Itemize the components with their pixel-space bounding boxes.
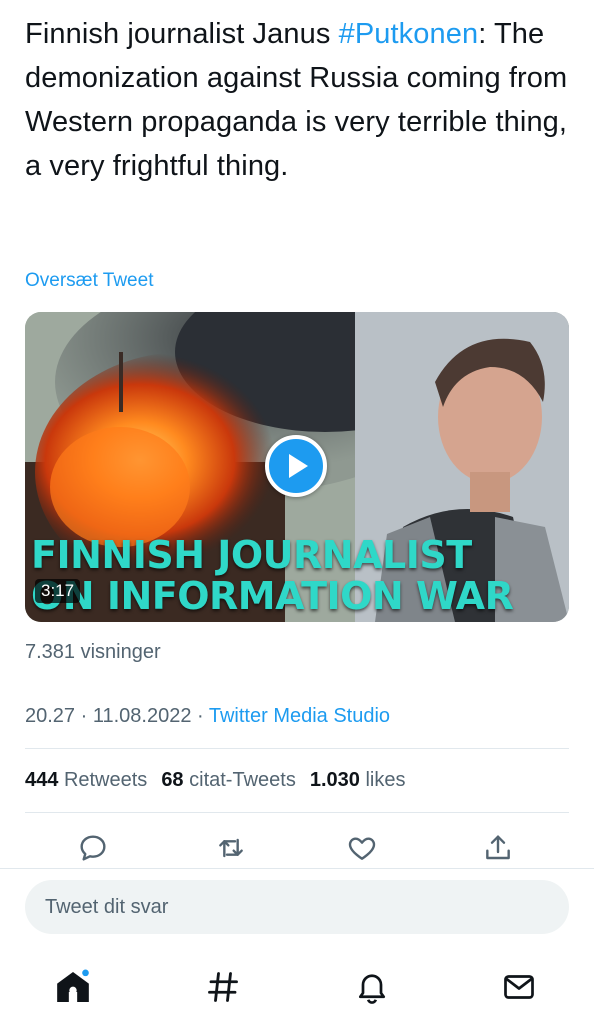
heart-icon xyxy=(348,837,376,860)
nav-explore[interactable] xyxy=(200,964,246,1010)
tweet-timestamp: 20.27 · 11.08.2022 · xyxy=(25,705,209,727)
tweet-text: Finnish journalist Janus #Putkonen: The … xyxy=(25,12,575,188)
retweets-stat[interactable]: 444 Retweets xyxy=(25,769,147,792)
nav-notifications[interactable] xyxy=(349,964,395,1010)
share-button[interactable] xyxy=(476,826,520,870)
retweet-button[interactable] xyxy=(209,826,253,870)
tweet-meta: 20.27 · 11.08.2022 · Twitter Media Studi… xyxy=(25,705,390,728)
translate-tweet-link[interactable]: Oversæt Tweet xyxy=(25,270,153,292)
play-button[interactable] xyxy=(265,435,327,497)
video-duration-badge: 3:17 xyxy=(35,579,81,603)
quotes-stat[interactable]: 68 citat-Tweets xyxy=(161,769,296,792)
reply-button[interactable] xyxy=(71,826,115,870)
retweet-icon xyxy=(219,838,243,858)
divider xyxy=(25,748,569,749)
nav-home[interactable] xyxy=(50,964,96,1010)
comment-icon xyxy=(80,835,106,861)
bottom-navigation xyxy=(0,954,594,1020)
tweet-text-prefix: Finnish journalist Janus xyxy=(25,18,339,50)
bell-icon xyxy=(358,974,386,1004)
source-link[interactable]: Twitter Media Studio xyxy=(209,705,390,727)
mail-icon xyxy=(504,975,534,999)
reply-input[interactable]: Tweet dit svar xyxy=(25,880,569,934)
hashtag-link[interactable]: #Putkonen xyxy=(339,18,479,50)
likes-stat[interactable]: 1.030 likes xyxy=(310,769,406,792)
home-icon xyxy=(57,969,89,1002)
divider xyxy=(0,868,594,869)
share-icon xyxy=(486,835,510,860)
video-player[interactable]: FINNISH JOURNALIST ON INFORMATION WAR 3:… xyxy=(25,312,569,622)
video-caption-line1: FINNISH JOURNALIST xyxy=(31,533,472,577)
play-icon xyxy=(289,454,308,478)
tweet-actions xyxy=(0,826,594,870)
nav-messages[interactable] xyxy=(496,964,542,1010)
hashtag-icon xyxy=(208,972,238,1002)
divider xyxy=(25,812,569,813)
view-count: 7.381 visninger xyxy=(25,641,161,663)
video-caption-line2: ON INFORMATION WAR xyxy=(31,574,514,618)
like-button[interactable] xyxy=(340,826,384,870)
tweet-stats: 444 Retweets 68 citat-Tweets 1.030 likes xyxy=(25,769,405,792)
